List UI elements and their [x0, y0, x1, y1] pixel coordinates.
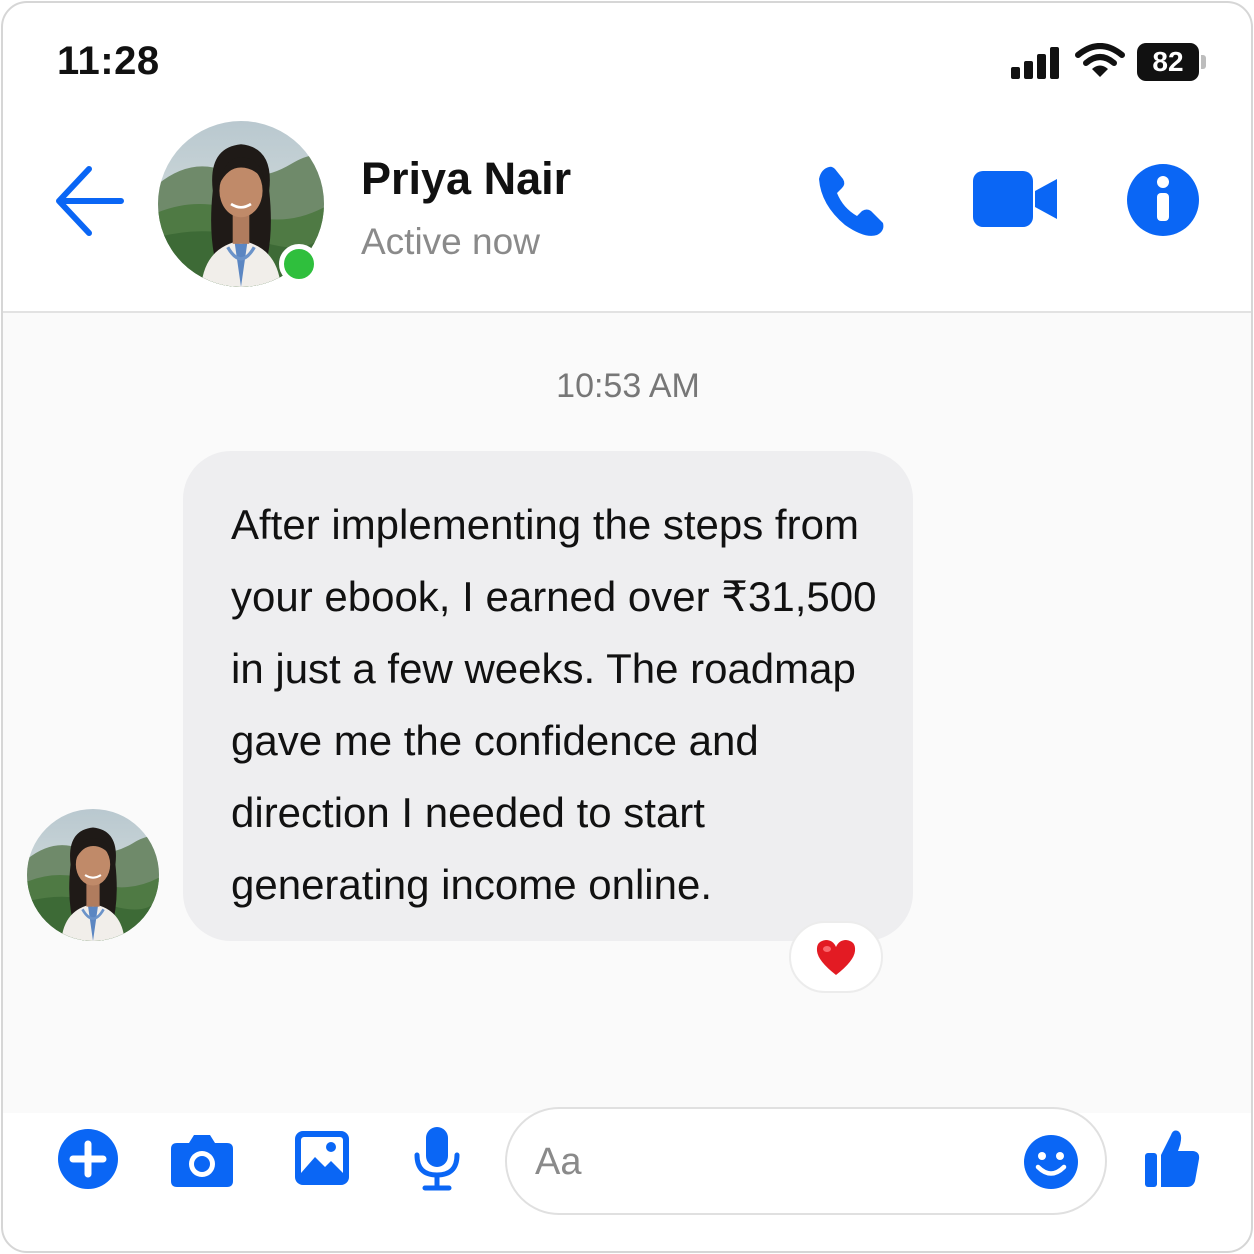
- sender-photo: [27, 809, 159, 941]
- message-text: After implementing the steps from your e…: [231, 501, 877, 908]
- back-arrow-icon[interactable]: [55, 163, 125, 239]
- camera-icon[interactable]: [171, 1131, 233, 1187]
- messenger-screen: 11:28 82 Priya Nair Active now 10:53 AM: [1, 1, 1253, 1253]
- video-camera-icon[interactable]: [971, 169, 1059, 229]
- contact-name[interactable]: Priya Nair: [361, 153, 571, 205]
- message-timestamp: 10:53 AM: [556, 367, 700, 405]
- contact-status: Active now: [361, 221, 540, 262]
- gallery-icon[interactable]: [293, 1129, 351, 1187]
- sender-avatar[interactable]: [27, 809, 159, 941]
- battery-level: 82: [1137, 43, 1199, 81]
- status-time: 11:28: [57, 39, 160, 83]
- battery-icon: 82: [1137, 43, 1207, 81]
- thumbs-up-icon[interactable]: [1143, 1127, 1201, 1189]
- message-input-container[interactable]: [505, 1107, 1107, 1215]
- wifi-icon: [1075, 43, 1125, 77]
- emoji-icon[interactable]: [1023, 1134, 1079, 1190]
- plus-icon[interactable]: [57, 1128, 119, 1190]
- heart-reaction[interactable]: [789, 921, 883, 993]
- battery-nub: [1201, 55, 1206, 69]
- message-bubble[interactable]: After implementing the steps from your e…: [183, 451, 913, 941]
- microphone-icon[interactable]: [413, 1125, 461, 1191]
- message-input[interactable]: [535, 1133, 1005, 1191]
- online-status-indicator: [279, 244, 319, 284]
- info-icon[interactable]: [1125, 162, 1201, 238]
- heart-icon: [816, 940, 856, 975]
- signal-icon: [1011, 47, 1059, 79]
- phone-icon[interactable]: [815, 163, 887, 239]
